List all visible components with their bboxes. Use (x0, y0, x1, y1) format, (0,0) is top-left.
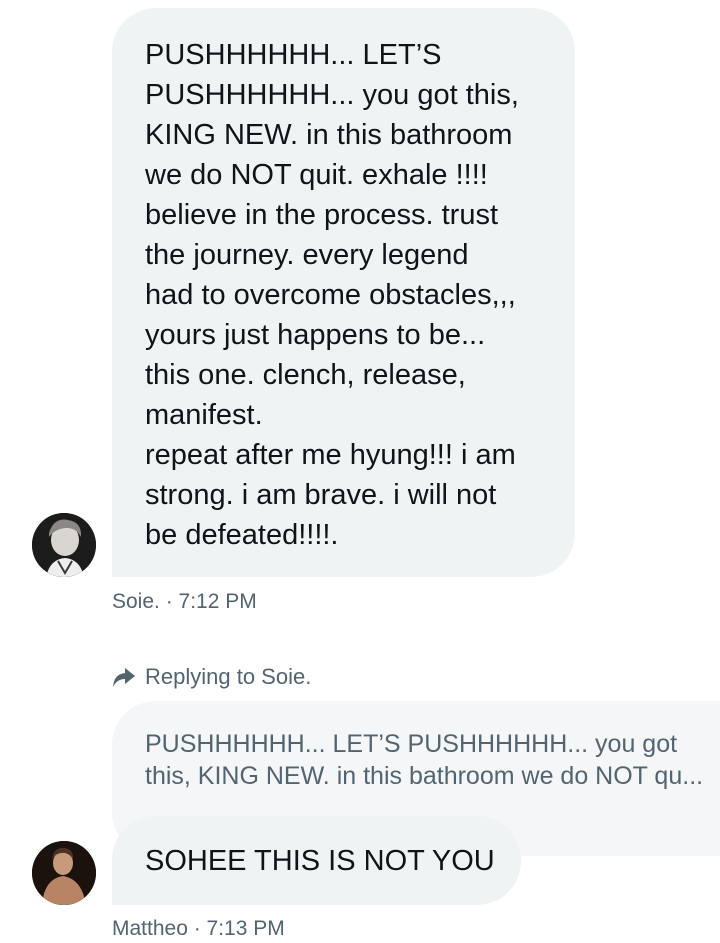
message-line: KING NEW. in this bathroom (145, 119, 513, 151)
message-line: this one. clench, release, (145, 359, 466, 391)
message-line: PUSHHHHHH... you got this, (145, 79, 519, 111)
message-bubble-mattheo[interactable]: SOHEE THIS IS NOT YOU (112, 816, 521, 905)
replying-to-label: Replying to Soie. (112, 662, 311, 692)
message-line: we do NOT quit. exhale !!!! (145, 159, 488, 191)
message-line: repeat after me hyung!!! i am (145, 439, 516, 471)
message-timestamp: Mattheo · 7:13 PM (112, 917, 285, 940)
message-line: be defeated!!!!. (145, 519, 339, 551)
avatar-photo (32, 513, 96, 577)
avatar-photo (32, 841, 96, 905)
message-line: yours just happens to be... (145, 319, 486, 351)
avatar-soie[interactable] (32, 513, 96, 577)
quoted-line: this, KING NEW. in this bathroom we do N… (145, 762, 704, 790)
message-text: SOHEE THIS IS NOT YOU (145, 845, 495, 877)
message-timestamp: Soie. · 7:12 PM (112, 590, 257, 613)
avatar-mattheo[interactable] (32, 841, 96, 905)
message-bubble-soie[interactable]: PUSHHHHHH... LET’S PUSHHHHHH... you got … (112, 8, 575, 577)
replying-to-text: Replying to Soie. (145, 664, 312, 689)
quoted-line: PUSHHHHHH... LET’S PUSHHHHHH... you got (145, 730, 678, 758)
message-line: believe in the process. trust (145, 199, 499, 231)
message-line: strong. i am brave. i will not (145, 479, 497, 511)
message-line: PUSHHHHHH... LET’S (145, 39, 442, 71)
message-line: manifest. (145, 399, 263, 431)
reply-arrow-icon (113, 668, 135, 687)
message-line: had to overcome obstacles,,, (145, 279, 516, 311)
message-line: the journey. every legend (145, 239, 469, 271)
